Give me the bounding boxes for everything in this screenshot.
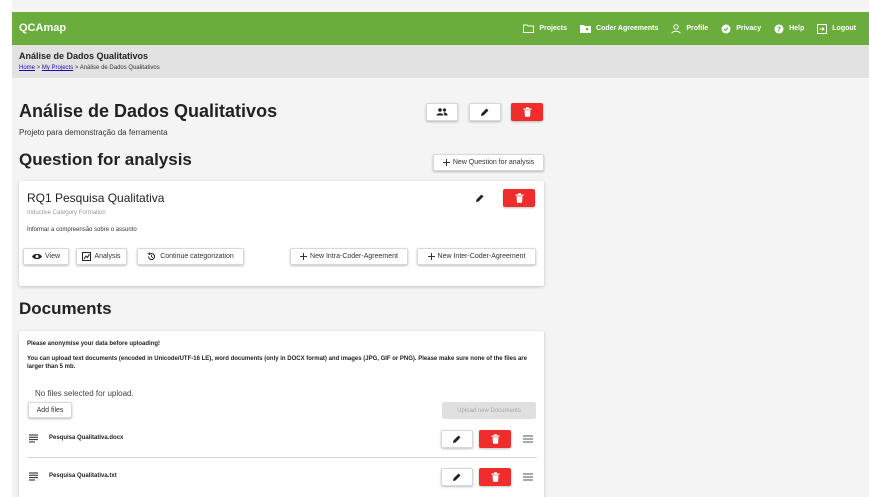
help-icon: ? (774, 24, 784, 33)
question-card: RQ1 Pesquisa Qualitativa Inductive Categ… (19, 181, 544, 286)
analysis-label: Analysis (94, 253, 121, 260)
nav-coder-agreements[interactable]: Coder Agreements (580, 24, 658, 33)
svg-text:?: ? (777, 25, 781, 33)
question-type: Inductive Category Formation (27, 210, 106, 216)
file-divider (27, 457, 537, 458)
breadcrumb-home[interactable]: Home (19, 65, 35, 71)
documents-heading: Documents (19, 299, 112, 318)
drag-handle-icon[interactable] (523, 435, 533, 443)
anonymise-warning: Please anonymise your data before upload… (27, 341, 161, 347)
project-title: Análise de Dados Qualitativos (19, 101, 278, 121)
folder-icon (523, 24, 535, 33)
question-edit-button[interactable] (464, 189, 496, 207)
folder-shared-icon (580, 25, 592, 33)
file-edit-button[interactable] (441, 430, 473, 448)
file-delete-button[interactable] (479, 468, 511, 486)
eye-icon (31, 253, 42, 260)
no-files-text: No files selected for upload. (35, 389, 134, 398)
pencil-icon (453, 473, 461, 481)
pencil-icon (476, 194, 484, 202)
project-members-button[interactable] (426, 103, 458, 121)
trash-icon (523, 107, 531, 117)
upload-documents-button[interactable]: Upload new Documents (442, 402, 536, 419)
trash-icon (515, 193, 523, 203)
new-intra-coder-agreement-button[interactable]: New Intra-Coder-Agreement (290, 248, 408, 265)
nav-privacy[interactable]: Privacy (721, 24, 761, 34)
project-delete-button[interactable] (511, 103, 543, 121)
document-lines-icon (29, 472, 38, 481)
documents-card: Please anonymise your data before upload… (19, 331, 544, 497)
continue-categorization-label: Continue categorization (160, 253, 234, 260)
continue-categorization-button[interactable]: Continue categorization (137, 248, 244, 265)
nav-privacy-label: Privacy (736, 25, 762, 32)
plus-icon (300, 253, 308, 260)
nav-profile-label: Profile (686, 25, 709, 32)
new-question-label: New Question for analysis (452, 159, 535, 166)
nav-projects-label: Projects (539, 25, 568, 32)
plus-icon (427, 253, 435, 260)
new-question-button[interactable]: New Question for analysis (433, 154, 544, 171)
file-name[interactable]: Pesquisa Qualitativa.docx (49, 435, 123, 441)
add-files-button[interactable]: Add files (28, 402, 72, 418)
pencil-icon (453, 435, 461, 443)
nav-projects[interactable]: Projects (523, 24, 567, 33)
new-inter-coder-agreement-label: New Inter-Coder-Agreement (437, 253, 526, 260)
nav-logout-label: Logout (832, 25, 856, 32)
questions-heading: Question for analysis (19, 150, 192, 169)
pencil-icon (481, 108, 489, 116)
analysis-button[interactable]: Analysis (76, 248, 127, 265)
add-files-label: Add files (36, 406, 64, 414)
project-edit-button[interactable] (469, 103, 501, 121)
trash-icon (491, 472, 499, 482)
shield-icon (721, 24, 731, 33)
group-icon (436, 108, 448, 116)
nav-help-label: Help (789, 25, 805, 32)
chart-box-icon (82, 252, 92, 261)
new-intra-coder-agreement-label: New Intra-Coder-Agreement (310, 253, 398, 260)
sub-header: Análise de Dados Qualitativos Home > My … (12, 45, 869, 78)
view-button[interactable]: View (23, 248, 69, 265)
page: QCAmap Projects Coder Agreements Profile… (12, 0, 869, 497)
new-inter-coder-agreement-button[interactable]: New Inter-Coder-Agreement (417, 248, 536, 265)
plus-icon (442, 159, 450, 166)
brand-logo[interactable]: QCAmap (19, 22, 66, 34)
person-icon (671, 23, 682, 34)
upload-info: You can upload text documents (encoded i… (27, 356, 527, 370)
view-label: View (44, 253, 61, 260)
logout-icon (817, 23, 828, 34)
file-row: Pesquisa Qualitativa.docx (27, 425, 537, 453)
file-row: Pesquisa Qualitativa.txt (27, 463, 537, 491)
trash-icon (491, 434, 499, 444)
document-lines-icon (29, 434, 38, 443)
file-delete-button[interactable] (479, 430, 511, 448)
breadcrumb-separator: > (35, 65, 42, 71)
file-edit-button[interactable] (441, 468, 473, 486)
drag-handle-icon[interactable] (523, 473, 533, 481)
breadcrumb: Home > My Projects > Análise de Dados Qu… (19, 65, 160, 71)
question-delete-button[interactable] (503, 189, 535, 207)
project-description: Projeto para demonstração da ferramenta (19, 128, 168, 137)
history-icon (147, 252, 156, 260)
sub-header-title: Análise de Dados Qualitativos (19, 51, 149, 61)
question-title: RQ1 Pesquisa Qualitativa (27, 191, 165, 205)
nav-logout[interactable]: Logout (817, 23, 856, 34)
top-nav: Projects Coder Agreements Profile Privac… (523, 12, 869, 45)
nav-help[interactable]: ? Help (774, 24, 804, 34)
top-navbar: QCAmap Projects Coder Agreements Profile… (12, 12, 869, 45)
nav-profile[interactable]: Profile (671, 23, 709, 34)
breadcrumb-my-projects[interactable]: My Projects (42, 65, 73, 71)
breadcrumb-current: Análise de Dados Qualitativos (79, 65, 160, 71)
nav-coder-agreements-label: Coder Agreements (596, 25, 659, 32)
file-name[interactable]: Pesquisa Qualitativa.txt (49, 473, 117, 479)
question-description: Informar a compreensão sobre o assunto (27, 227, 137, 233)
